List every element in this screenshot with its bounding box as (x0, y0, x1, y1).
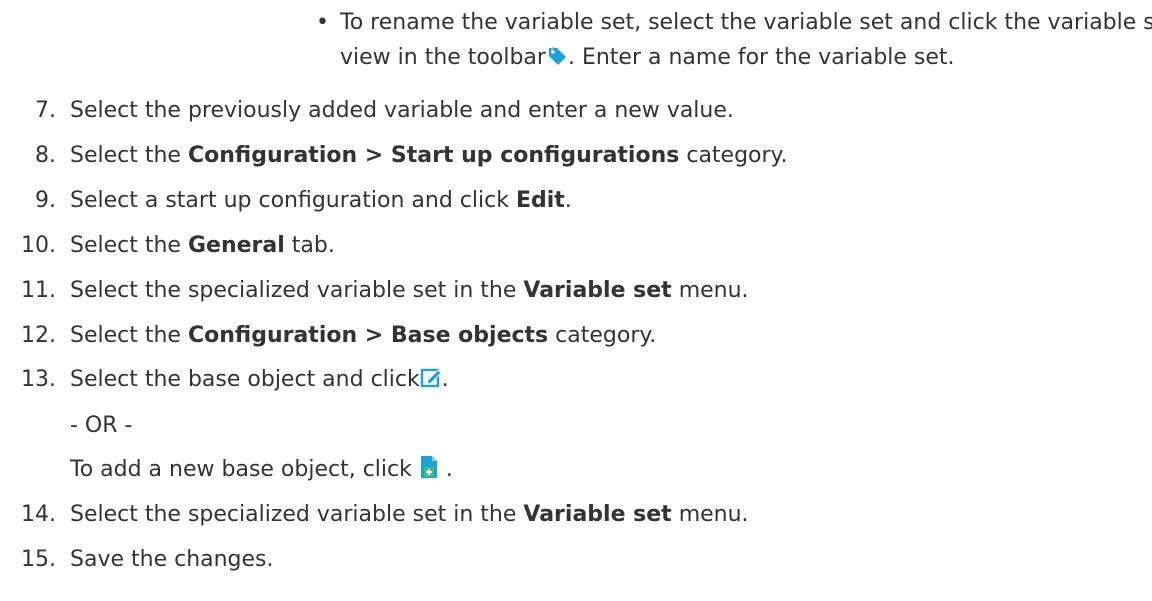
ui-label: Variable set (523, 278, 672, 303)
step-number: 12. (21, 323, 56, 348)
step-text: Select the Configuration > Start up conf… (70, 143, 788, 168)
step-text: Select the Configuration > Base objects … (70, 323, 657, 348)
step-text: Select a start up configuration and clic… (70, 188, 572, 213)
step-text: Save the changes. (70, 547, 274, 572)
step-text: Select the specialized variable set in t… (70, 278, 749, 303)
alt-step: To add a new base object, click . (70, 455, 453, 488)
ui-label: Configuration > Start up configurations (187, 143, 680, 168)
step-number: 7. (35, 98, 56, 123)
edit-icon (420, 367, 442, 398)
ui-label: General (187, 233, 285, 258)
ui-label: Variable set (523, 502, 672, 527)
step-text: Select the specialized variable set in t… (70, 502, 749, 527)
ui-label: Edit (515, 188, 565, 213)
step-number: 9. (35, 188, 56, 213)
step-number: 13. (21, 367, 56, 392)
step-number: 11. (21, 278, 56, 303)
step-number: 8. (35, 143, 56, 168)
step-text: Select the previously added variable and… (70, 98, 734, 123)
step-number: 10. (21, 233, 56, 258)
step-number: 14. (21, 502, 56, 527)
step-list: 7. Select the previously added variable … (16, 0, 1136, 601)
ui-label: Configuration > Base objects (187, 323, 549, 348)
or-separator: - OR - (70, 413, 133, 438)
add-document-icon (419, 455, 439, 488)
step-text: Select the base object and click. (70, 365, 449, 398)
step-text: Select the General tab. (70, 233, 335, 258)
step-number: 15. (21, 547, 56, 572)
